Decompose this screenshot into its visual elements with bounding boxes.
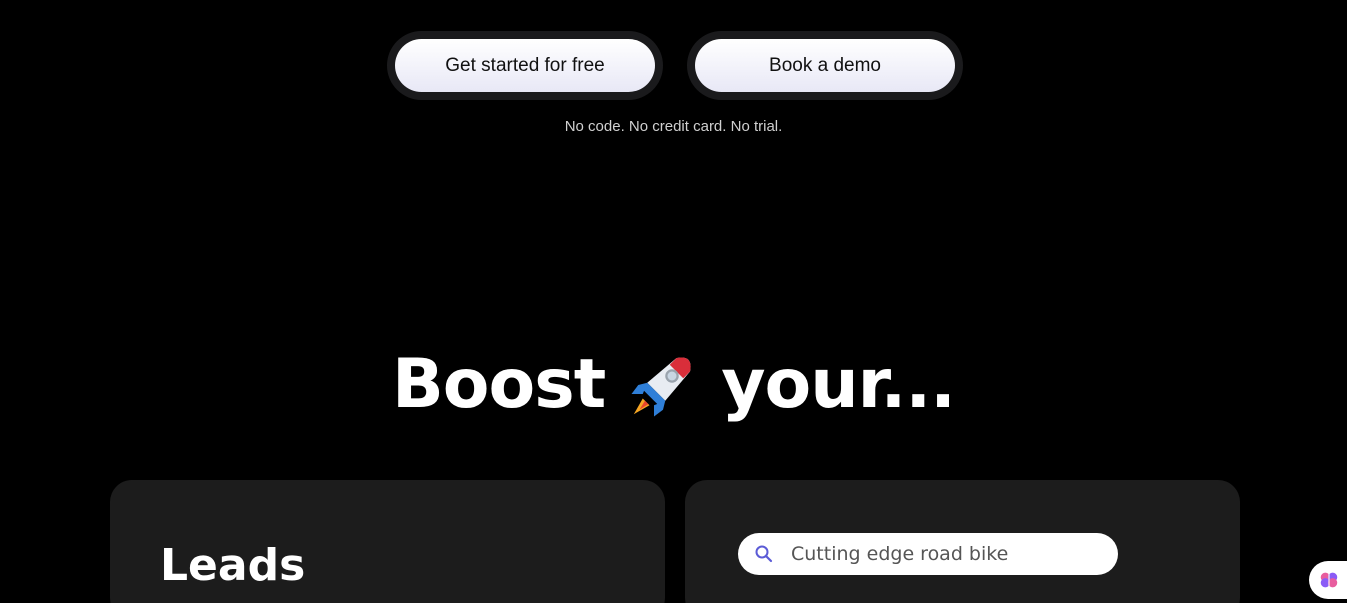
- get-started-button[interactable]: Get started for free: [395, 39, 655, 92]
- assistant-widget-button[interactable]: [1309, 561, 1347, 599]
- book-demo-button[interactable]: Book a demo: [695, 39, 955, 92]
- headline-boost: Boost: [391, 345, 606, 424]
- book-demo-button-frame: Book a demo: [687, 31, 963, 100]
- leads-card-title: Leads: [160, 540, 306, 591]
- search-input-value: Cutting edge road bike: [791, 543, 1009, 565]
- hero-headline: Boost your...: [0, 345, 1347, 424]
- rocket-icon: [631, 356, 691, 416]
- leads-card: Leads: [110, 480, 665, 603]
- search-card: Cutting edge road bike: [685, 480, 1240, 603]
- brain-icon: [1320, 571, 1338, 589]
- page: Get started for free Book a demo No code…: [0, 0, 1347, 603]
- search-input[interactable]: Cutting edge road bike: [738, 533, 1118, 575]
- search-icon: [755, 545, 773, 563]
- cta-note: No code. No credit card. No trial.: [564, 118, 783, 135]
- headline-your: your...: [721, 345, 956, 424]
- get-started-button-frame: Get started for free: [387, 31, 663, 100]
